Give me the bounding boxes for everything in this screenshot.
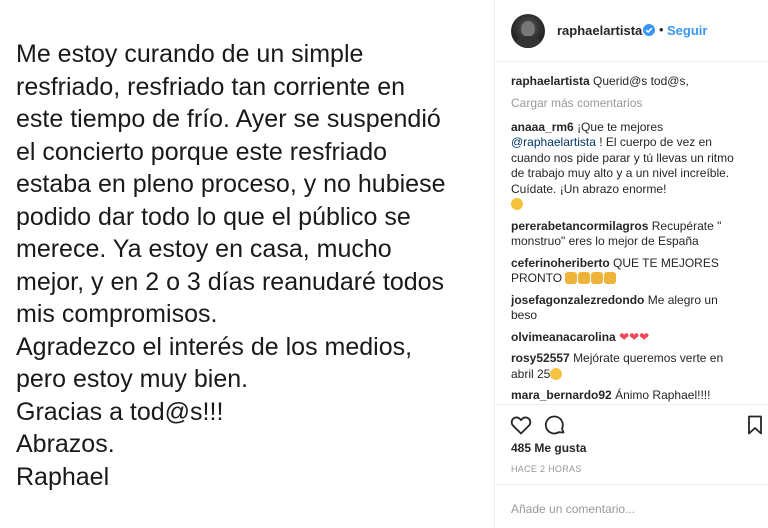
praying-hands-emoji-icon <box>565 272 578 284</box>
comment-item: ceferinoheriberto QUE TE MEJORES PRONTO <box>511 256 747 287</box>
comment-text: ¡Que te mejores <box>577 119 664 134</box>
caption-username[interactable]: raphaelartista <box>511 74 590 88</box>
post-timestamp: HACE 2 HORAS <box>511 464 582 474</box>
comment-username[interactable]: mara_bernardo92 <box>511 388 612 402</box>
add-comment-bar <box>495 484 768 528</box>
comment-item: anaaa_rm6 ¡Que te mejores @raphaelartist… <box>511 120 747 213</box>
comment-mention[interactable]: @raphaelartista <box>511 135 596 149</box>
grinning-face-emoji-icon <box>550 367 563 380</box>
comment-username[interactable]: ceferinoheriberto <box>511 256 610 270</box>
post-text-line: Agradezco el interés de los medios, <box>16 332 413 361</box>
post-text-line: Gracias a tod@s!!! <box>16 397 224 426</box>
post-text-line: Me estoy curando de un simple <box>16 40 364 68</box>
post-text-line: estaba en pleno proceso, y no hubiese <box>16 170 446 198</box>
verified-badge-icon <box>643 24 655 36</box>
praying-hands-emoji-icon <box>604 272 617 284</box>
praying-hands-emoji-icon <box>591 272 604 284</box>
caption-text: Querid@s tod@s, <box>593 74 689 88</box>
post-text-line: Raphael <box>16 462 110 491</box>
comment-item: josefagonzalezredondo Me alegro un beso <box>511 293 747 324</box>
comments-list[interactable]: raphaelartista Querid@s tod@s, Cargar má… <box>511 74 747 404</box>
post-text-line: resfriado, resfriado tan corriente en <box>16 72 406 101</box>
post-text-line: Abrazos. <box>16 430 115 458</box>
praying-hands-emoji-icon <box>578 272 591 284</box>
post-text-line: el concierto porque este resfriado <box>16 137 388 166</box>
post-text-line: merece. Ya estoy en casa, mucho <box>16 235 392 263</box>
comment-username[interactable]: rosy52557 <box>511 351 570 365</box>
post-text: Me estoy curando de un simple resfriado,… <box>16 38 486 493</box>
post-side-panel: raphaelartista • Seguir raphaelartista Q… <box>494 0 768 528</box>
profile-avatar[interactable] <box>511 14 545 48</box>
comment-input[interactable] <box>509 497 753 521</box>
comment-username[interactable]: pererabetancormilagros <box>511 219 648 233</box>
post-text-line: pero estoy muy bien. <box>16 365 249 393</box>
comment-text: Ánimo Raphael!!!! <box>615 388 711 402</box>
follow-button[interactable]: Seguir <box>667 23 707 38</box>
comment-item: olvimeanacarolina ❤❤❤ <box>511 330 747 346</box>
post-text-line: mis compromisos. <box>16 300 218 328</box>
post-image: Me estoy curando de un simple resfriado,… <box>0 0 494 528</box>
bookmark-icon[interactable] <box>743 413 767 437</box>
comment-username[interactable]: olvimeanacarolina <box>511 330 616 344</box>
heart-outline-icon[interactable] <box>509 413 533 437</box>
post-header: raphaelartista • Seguir <box>495 0 768 62</box>
comment-item: rosy52557 Mejórate queremos verte en abr… <box>511 351 747 382</box>
caption: raphaelartista Querid@s tod@s, <box>511 74 747 90</box>
comment-username[interactable]: anaaa_rm6 <box>511 120 574 134</box>
smile-emoji-icon <box>511 198 523 210</box>
separator-dot: • <box>659 22 664 37</box>
post-text-line: mejor, y en 2 o 3 días reanudaré todos <box>16 267 445 296</box>
likes-count[interactable]: 485 Me gusta <box>511 441 586 455</box>
avatar-body <box>515 36 541 48</box>
comment-item: pererabetancormilagros Recupérate " mons… <box>511 219 747 250</box>
comment-username[interactable]: josefagonzalezredondo <box>511 293 644 307</box>
load-more-comments-button[interactable]: Cargar más comentarios <box>511 96 747 110</box>
post-text-line: este tiempo de frío. Ayer se suspendió <box>16 105 441 133</box>
red-hearts-emoji-icon: ❤❤❤ <box>619 329 650 344</box>
post-actions-bar <box>495 404 768 440</box>
post-username[interactable]: raphaelartista <box>557 23 642 38</box>
avatar-face <box>521 21 535 37</box>
comment-bubble-icon[interactable] <box>543 413 567 437</box>
comment-item: mara_bernardo92 Ánimo Raphael!!!! <box>511 388 747 404</box>
post-text-line: podido dar todo lo que el público se <box>16 202 411 231</box>
